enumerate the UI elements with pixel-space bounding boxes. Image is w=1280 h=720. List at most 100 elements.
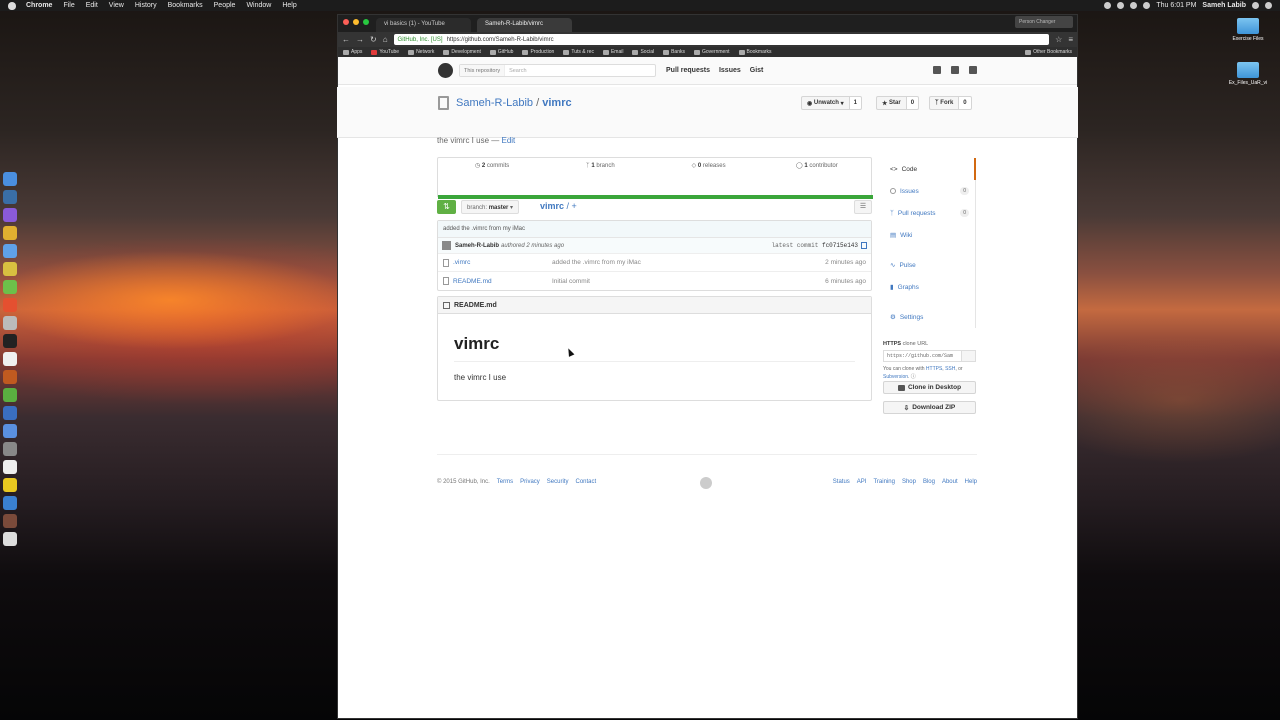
clone-https-link[interactable]: HTTPS [926,366,942,372]
clone-subversion-link[interactable]: Subversion [883,374,908,380]
menu-history[interactable]: History [135,2,157,9]
sidenav-pull-requests[interactable]: ᛉ Pull requests 0 [883,202,975,224]
notes-icon[interactable] [3,460,17,474]
footer-help[interactable]: Help [965,479,977,485]
safari-icon[interactable] [3,190,17,204]
sidenav-pulse[interactable]: ∿ Pulse [883,254,975,276]
sidenav-graphs[interactable]: ▮ Graphs [883,276,975,298]
firefox-icon[interactable] [3,298,17,312]
menubar-clock[interactable]: Thu 6:01 PM [1156,2,1196,9]
imovie-icon[interactable] [3,208,17,222]
menu-app[interactable]: Chrome [26,2,52,9]
copy-sha-icon[interactable] [861,242,867,249]
utility-icon[interactable] [3,262,17,276]
footer-contact[interactable]: Contact [575,479,596,485]
repo-name-link[interactable]: vimrc [542,97,571,109]
compare-icon: ⇅ [443,202,450,211]
footer-blog[interactable]: Blog [923,479,935,485]
app-icon[interactable] [3,370,17,384]
commit-author[interactable]: Sameh-R-Labib [455,243,499,249]
releases-link[interactable]: ◇ 0 releases [655,162,763,169]
clone-desktop-button[interactable]: Clone in Desktop [883,381,976,394]
file-commit-message[interactable]: Initial commit [552,278,590,285]
edit-description-link[interactable]: Edit [501,136,515,145]
terminal-icon[interactable] [3,334,17,348]
sidenav-settings[interactable]: ⚙ Settings [883,306,975,328]
menu-help[interactable]: Help [282,2,296,9]
compare-button[interactable]: ⇅ [437,200,456,214]
messages-icon[interactable] [3,280,17,294]
battery-icon[interactable] [1143,2,1151,9]
xcode-icon[interactable] [3,424,17,438]
evernote-icon[interactable] [3,388,17,402]
language-bar[interactable] [438,195,873,199]
fork-count[interactable]: 0 [959,96,972,110]
footer-terms[interactable]: Terms [497,479,513,485]
apple-icon[interactable] [8,1,16,10]
footer-privacy[interactable]: Privacy [520,479,540,485]
unwatch-button[interactable]: ◉ Unwatch ▾ [801,96,850,110]
file-commit-message[interactable]: added the .vimrc from my iMac [552,259,641,266]
octocat-footer-icon[interactable] [700,477,712,489]
download-zip-button[interactable]: ⇩ Download ZIP [883,401,976,414]
preview-icon[interactable] [3,442,17,456]
trash-icon[interactable] [3,532,17,546]
list-view-button[interactable]: ☰ [854,200,872,214]
repo-owner-link[interactable]: Sameh-R-Labib [456,97,533,109]
breadcrumb-root[interactable]: vimrc [540,201,564,211]
author-avatar[interactable] [442,241,451,250]
clone-protocol[interactable]: HTTPS [883,341,901,347]
chrome-icon[interactable] [3,226,17,240]
box-icon[interactable] [3,316,17,330]
file-name-link[interactable]: .vimrc [453,259,552,266]
menu-window[interactable]: Window [246,2,271,9]
menu-people[interactable]: People [214,2,236,9]
desktop-folder-ex-files[interactable]: Ex_Files_UaR_vi [1218,62,1278,86]
footer-api[interactable]: API [857,479,867,485]
footer-security[interactable]: Security [547,479,569,485]
watch-count[interactable]: 1 [849,96,862,110]
appstore-icon[interactable] [3,244,17,258]
contributors-link[interactable]: ◯ 1 contributor [763,162,871,169]
filezilla-icon[interactable] [3,406,17,420]
sidenav-code[interactable]: <> Code [883,158,976,180]
footer-training[interactable]: Training [873,479,894,485]
photo-icon[interactable] [3,514,17,528]
finder-icon[interactable] [3,172,17,186]
latest-commit-message[interactable]: added the .vimrc from my iMac [438,221,871,238]
branches-label: branch [596,162,615,169]
star-button[interactable]: ★ Star [876,96,907,110]
notification-center-icon[interactable] [1265,2,1272,9]
menu-view[interactable]: View [109,2,124,9]
footer-status[interactable]: Status [833,479,850,485]
branches-link[interactable]: ᛉ 1 branch [546,163,654,169]
footer-about[interactable]: About [942,479,958,485]
new-file-link[interactable]: / + [567,201,577,211]
copy-clipboard-icon[interactable] [961,351,975,361]
menu-file[interactable]: File [63,2,74,9]
sidenav-wiki[interactable]: ▤ Wiki [883,224,975,246]
wifi-icon[interactable] [1117,2,1125,9]
footer-shop[interactable]: Shop [902,479,916,485]
commit-sha-link[interactable]: fc0715e143 [822,242,858,249]
sidenav-issues[interactable]: Issues 0 [883,180,975,202]
volume-icon[interactable] [1130,2,1138,9]
menu-edit[interactable]: Edit [86,2,98,9]
clone-url-input[interactable]: https://github.com/Sameh-R-Labib/vimrc.g… [883,350,976,362]
file-name-link[interactable]: README.md [453,278,552,285]
branch-select-button[interactable]: branch: master ▾ [461,200,520,214]
character-icon[interactable] [3,478,17,492]
footer-right: Status API Training Shop Blog About Help [833,479,977,485]
menu-bookmarks[interactable]: Bookmarks [168,2,203,9]
clone-ssh-link[interactable]: SSH [945,366,955,372]
textedit-icon[interactable] [3,352,17,366]
desktop-folder-exercise-files[interactable]: Exercise Files [1218,18,1278,42]
menubar-user[interactable]: Sameh Labib [1202,2,1246,9]
commits-link[interactable]: ◷ 2 commits [438,162,546,169]
star-count[interactable]: 0 [906,96,920,110]
fork-button[interactable]: ᛉ Fork [929,96,960,110]
dropbox-icon[interactable] [1104,2,1112,9]
spotlight-icon[interactable] [1252,2,1259,9]
question-icon[interactable]: ⓘ [911,374,916,380]
keynote-icon[interactable] [3,496,17,510]
